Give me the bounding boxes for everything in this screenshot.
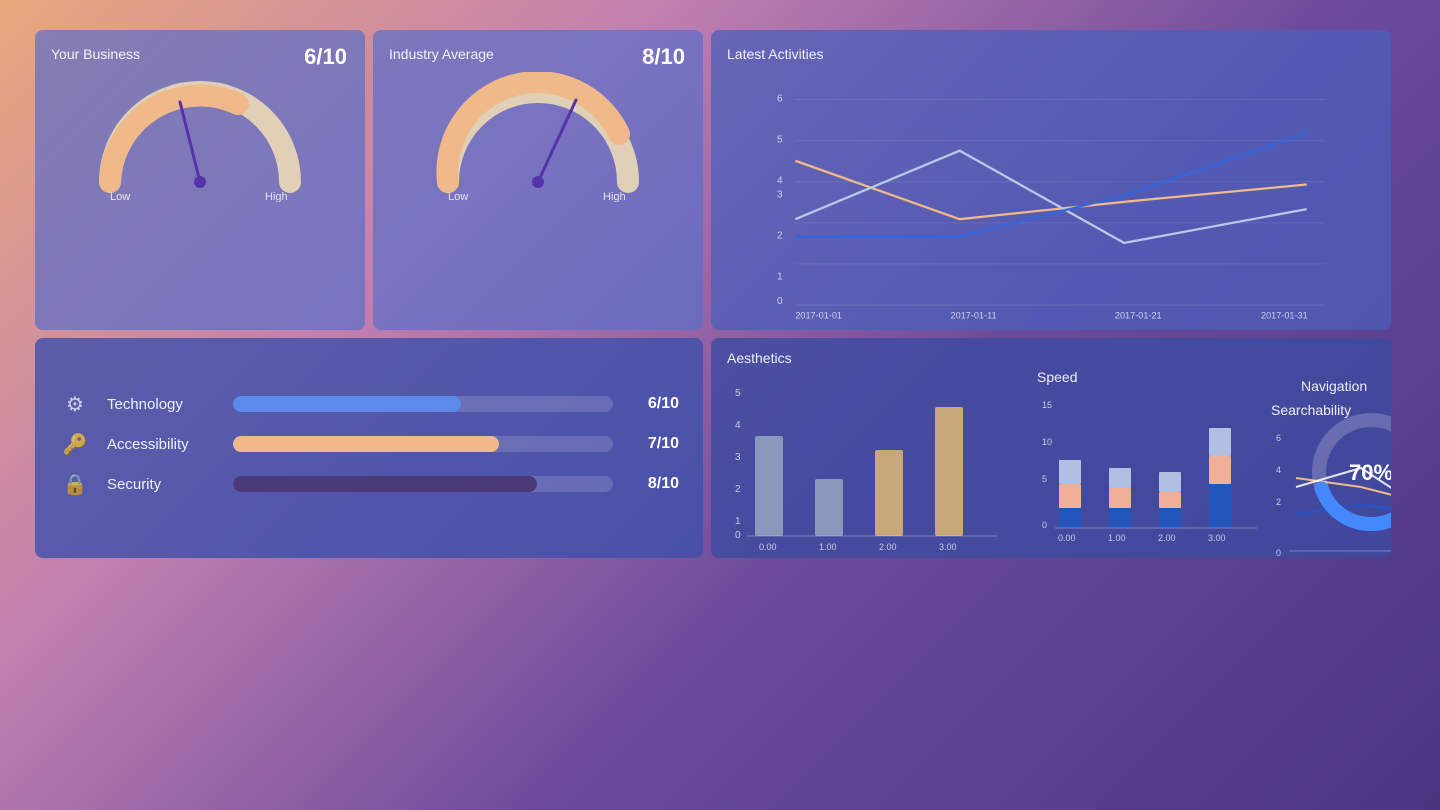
svg-text:6: 6: [777, 93, 783, 104]
svg-text:3: 3: [777, 189, 783, 200]
svg-text:1.00: 1.00: [819, 542, 837, 552]
metric-icon-0: ⚙: [59, 388, 91, 420]
svg-text:2017-01-11: 2017-01-11: [951, 311, 997, 321]
svg-text:0: 0: [1276, 548, 1281, 558]
svg-text:1.00: 1.00: [1108, 533, 1126, 543]
metrics-card: ⚙ Technology 6/10 🔑 Accessibility 7/10 🔒…: [35, 338, 703, 558]
svg-text:1: 1: [777, 271, 783, 282]
svg-text:2.00: 2.00: [879, 542, 897, 552]
industry-average-gauge-svg: Low High: [428, 72, 648, 202]
your-business-card: Your Business 6/10 Low High: [35, 30, 365, 330]
svg-text:2.00: 2.00: [1158, 533, 1176, 543]
latest-activities-chart: 6 5 4 3 2 1 0 2017-01-01 2017-01-11 2017…: [727, 74, 1375, 321]
dashboard: Your Business 6/10 Low High Industry Ave…: [35, 30, 1405, 780]
aesthetics-title: Aesthetics: [727, 350, 1391, 366]
latest-activities-title: Latest Activities: [727, 46, 1375, 62]
metric-row-0: ⚙ Technology 6/10: [59, 388, 679, 420]
metric-bar-container-0: [233, 396, 613, 412]
metric-icon-1: 🔑: [59, 428, 91, 460]
your-business-gauge: Low High: [51, 72, 349, 202]
industry-average-gauge: Low High: [389, 72, 687, 202]
svg-text:2: 2: [1276, 497, 1281, 507]
svg-text:3: 3: [735, 452, 741, 463]
navigation-title: Navigation: [1301, 378, 1367, 394]
metric-bar-2: [233, 476, 537, 492]
svg-text:0: 0: [1042, 520, 1047, 530]
metric-icon-2: 🔒: [59, 468, 91, 500]
metric-rows: ⚙ Technology 6/10 🔑 Accessibility 7/10 🔒…: [59, 388, 679, 508]
metric-bar-container-1: [233, 436, 613, 452]
metric-row-1: 🔑 Accessibility 7/10: [59, 428, 679, 460]
latest-activities-card: Latest Activities 6 5 4 3 2 1 0 2017-01-…: [711, 30, 1391, 330]
svg-text:1: 1: [735, 516, 741, 527]
svg-text:5: 5: [735, 388, 741, 399]
industry-average-card: Industry Average 8/10 Low High: [373, 30, 703, 330]
your-business-low-label: Low: [110, 191, 130, 202]
svg-text:3.00: 3.00: [1208, 533, 1226, 543]
navigation-percent-label: 70%: [1349, 460, 1391, 485]
speed-section: Speed 15 10 5 0 0.00 1.00: [1037, 369, 1277, 558]
your-business-score: 6/10: [304, 44, 347, 70]
metric-bar-0: [233, 396, 461, 412]
speed-title: Speed: [1037, 369, 1277, 385]
industry-average-score: 8/10: [642, 44, 685, 70]
your-business-gauge-svg: Low High: [90, 72, 310, 202]
navigation-donut-chart: 70%: [1301, 402, 1391, 542]
navigation-donut-wrap: 70%: [1301, 402, 1391, 542]
speed-chart: 15 10 5 0 0.00 1.00: [1037, 393, 1277, 553]
svg-text:2017-01-01: 2017-01-01: [795, 311, 842, 321]
svg-text:3.00: 3.00: [939, 542, 957, 552]
aesthetics-card: Aesthetics 5 4 3 2 1 0 0.00 1.00 2.00 3.…: [711, 338, 1391, 558]
svg-text:2017-01-31: 2017-01-31: [1261, 311, 1308, 321]
metric-label-2: Security: [107, 476, 217, 493]
metric-bar-container-2: [233, 476, 613, 492]
svg-text:0: 0: [777, 296, 783, 307]
svg-text:4: 4: [1276, 465, 1281, 475]
svg-text:0.00: 0.00: [1058, 533, 1076, 543]
svg-text:0: 0: [735, 530, 741, 541]
svg-text:10: 10: [1042, 437, 1052, 447]
metric-bar-1: [233, 436, 499, 452]
metric-row-2: 🔒 Security 8/10: [59, 468, 679, 500]
svg-text:2: 2: [735, 484, 741, 495]
industry-low-label: Low: [448, 191, 468, 202]
industry-high-label: High: [603, 191, 626, 202]
metric-score-2: 8/10: [629, 475, 679, 493]
metric-score-0: 6/10: [629, 395, 679, 413]
svg-text:0.00: 0.00: [759, 542, 777, 552]
svg-text:6: 6: [1276, 433, 1281, 443]
aesthetics-chart: 5 4 3 2 1 0 0.00 1.00 2.00 3.00: [727, 378, 1027, 553]
your-business-high-label: High: [265, 191, 288, 202]
svg-text:2017-01-21: 2017-01-21: [1115, 311, 1162, 321]
metric-label-0: Technology: [107, 396, 217, 413]
metric-score-1: 7/10: [629, 435, 679, 453]
svg-text:5: 5: [777, 134, 783, 145]
svg-text:2: 2: [777, 230, 783, 241]
svg-text:5: 5: [1042, 474, 1047, 484]
svg-text:4: 4: [777, 176, 783, 187]
svg-text:15: 15: [1042, 400, 1052, 410]
metric-label-1: Accessibility: [107, 436, 217, 453]
svg-text:4: 4: [735, 420, 741, 431]
